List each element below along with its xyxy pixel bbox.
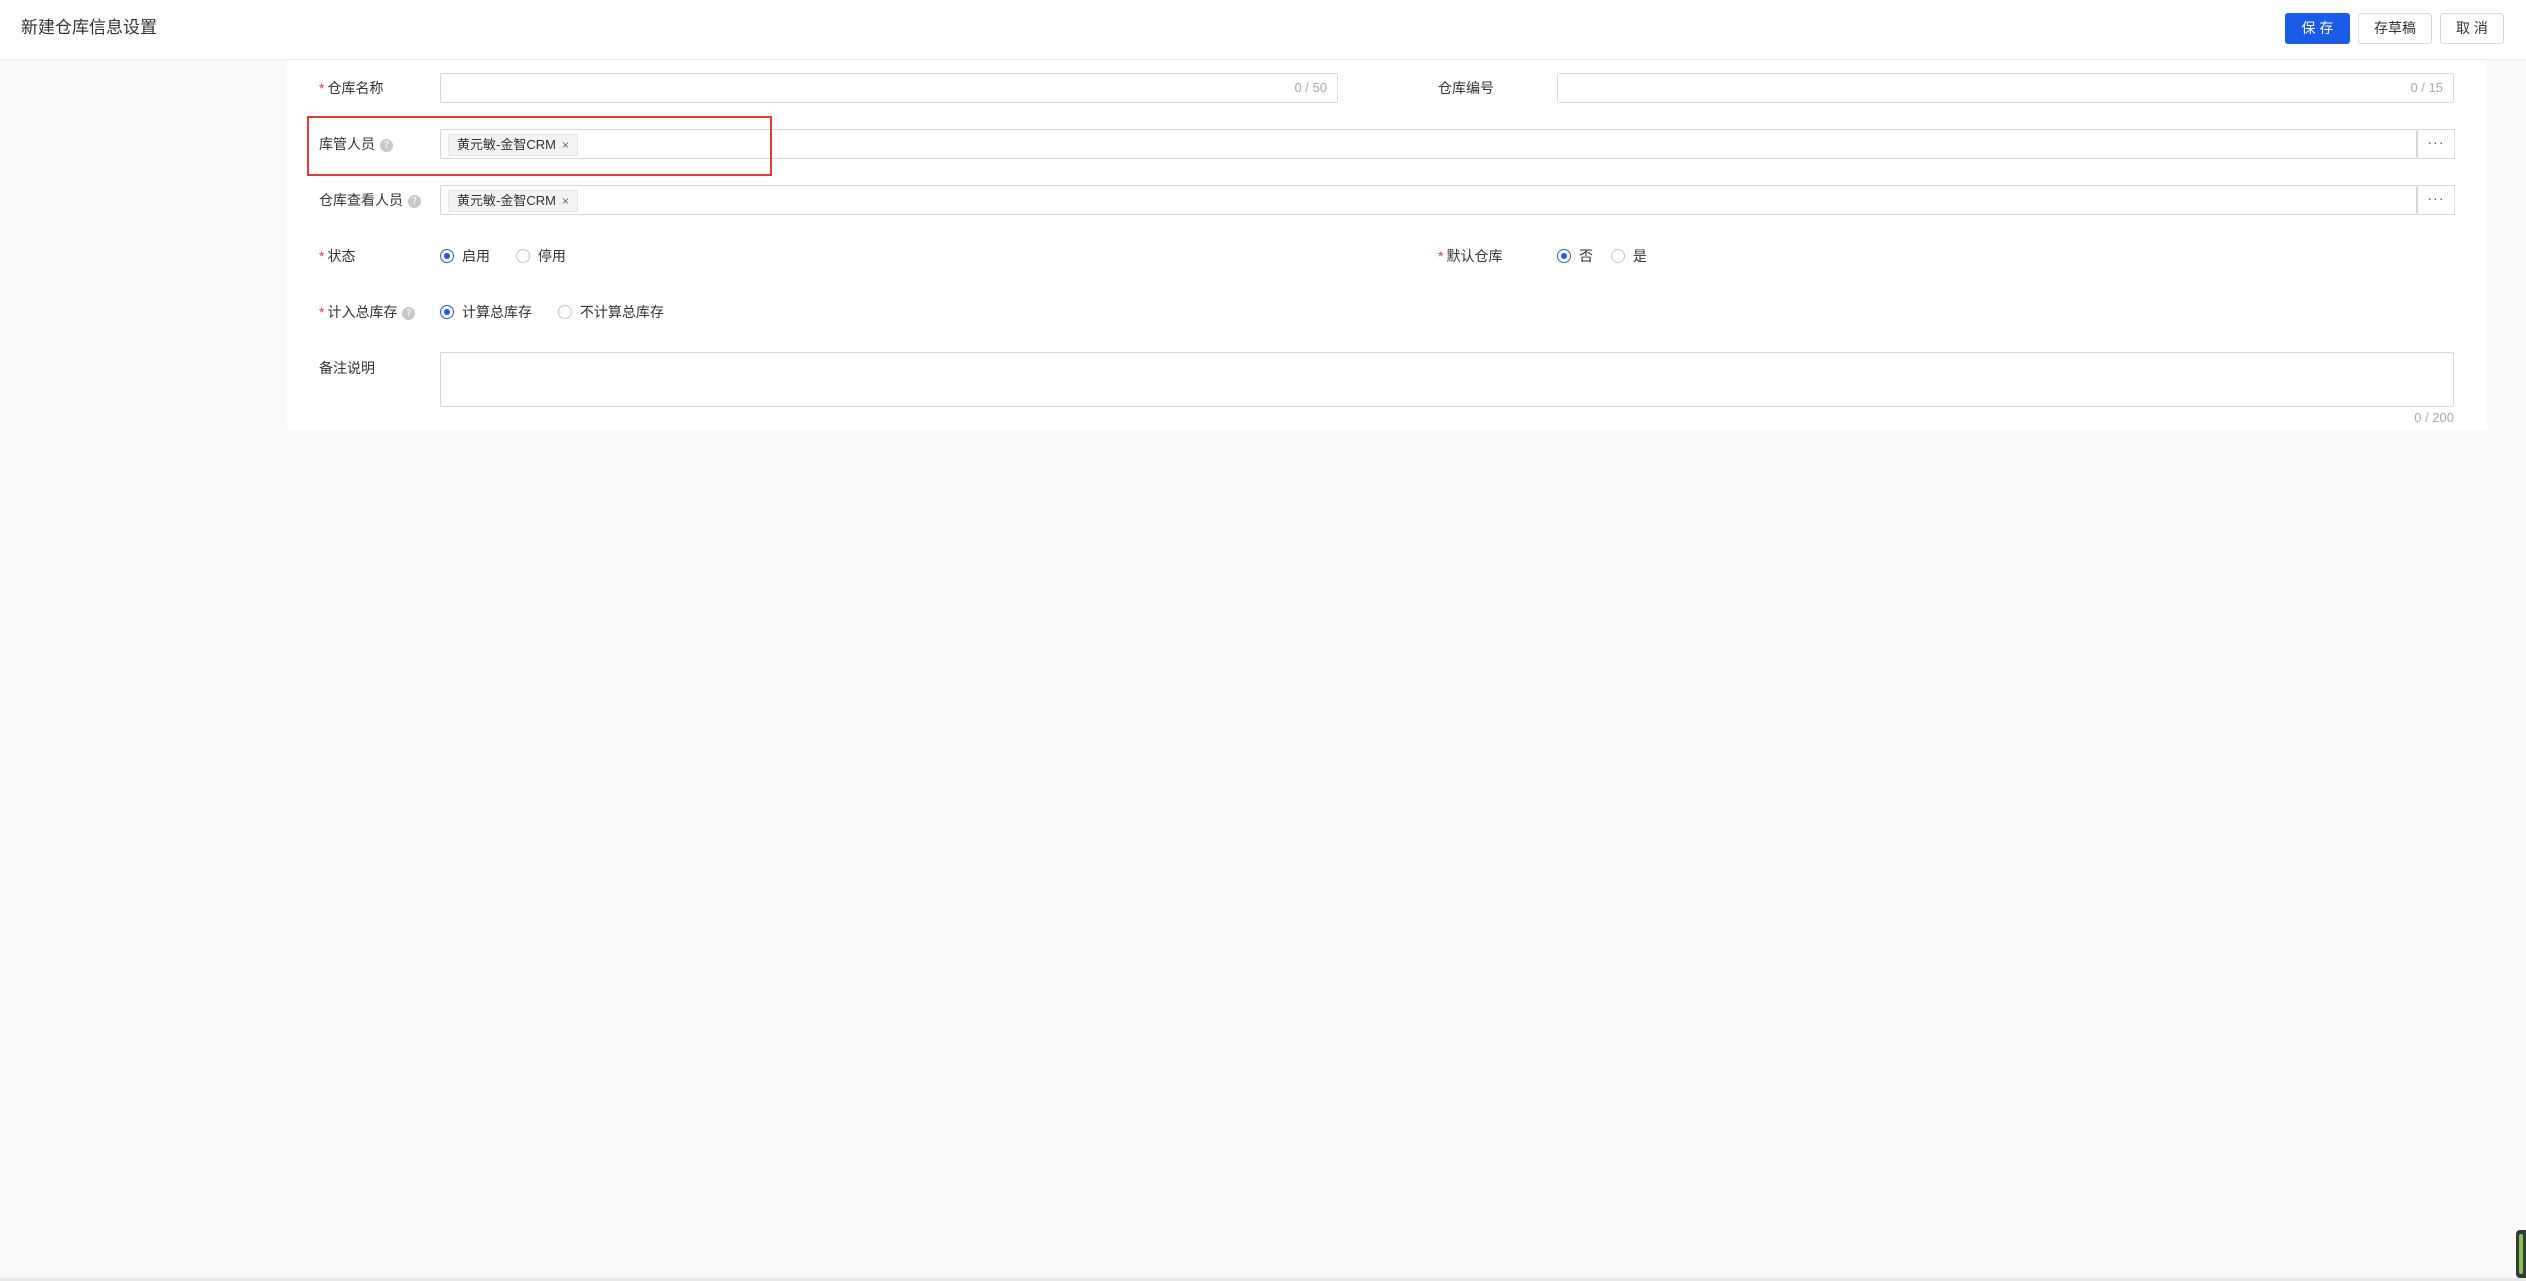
more-icon: ··· <box>2427 134 2445 150</box>
viewer-more-button[interactable]: ··· <box>2417 185 2455 215</box>
default-warehouse-radio-group: 否 是 <box>1557 246 1669 266</box>
page-header: 新建仓库信息设置 保 存 存草稿 取 消 <box>0 0 2526 60</box>
keeper-more-button[interactable]: ··· <box>2417 129 2455 159</box>
warehouse-code-label: 仓库编号 <box>1438 80 1494 96</box>
total-stock-option-exclude[interactable]: 不计算总库存 <box>557 302 664 322</box>
keeper-label: 库管人员? <box>319 134 393 154</box>
status-radio-group: 启用 停用 <box>440 246 588 266</box>
page-title: 新建仓库信息设置 <box>21 18 157 37</box>
viewer-tag: 黄元敏-金智CRM × <box>448 190 578 212</box>
help-icon[interactable]: ? <box>402 307 416 320</box>
total-stock-option-count[interactable]: 计算总库存 <box>440 302 532 322</box>
help-icon[interactable]: ? <box>408 195 421 208</box>
keeper-select[interactable]: 黄元敏-金智CRM × <box>440 129 2417 159</box>
status-label: * 状态 <box>319 248 356 264</box>
remark-counter: 0 / 200 <box>2414 410 2454 425</box>
required-mark: * <box>1438 248 1444 264</box>
warehouse-code-input[interactable]: 0 / 15 <box>1557 73 2454 103</box>
remark-label: 备注说明 <box>319 360 375 376</box>
save-button[interactable]: 保 存 <box>2285 13 2350 44</box>
keeper-tag: 黄元敏-金智CRM × <box>448 134 578 156</box>
help-icon[interactable]: ? <box>380 139 393 152</box>
default-option-no[interactable]: 否 <box>1557 246 1593 266</box>
warehouse-name-input[interactable]: 0 / 50 <box>440 73 1338 103</box>
form-panel: * 仓库名称 0 / 50 仓库编号 0 / 15 库管人员? 黄元敏-金智CRM… <box>287 60 2487 430</box>
side-panel-handle[interactable] <box>2516 1230 2526 1278</box>
viewer-label: 仓库查看人员? <box>319 190 421 210</box>
warehouse-name-label: * 仓库名称 <box>319 80 384 96</box>
total-stock-radio-group: 计算总库存 不计算总库存 <box>440 302 686 322</box>
required-mark: * <box>319 304 325 320</box>
warehouse-name-counter: 0 / 50 <box>1294 80 1327 95</box>
save-draft-button[interactable]: 存草稿 <box>2358 13 2432 44</box>
status-option-enabled[interactable]: 启用 <box>440 246 490 266</box>
required-mark: * <box>319 248 325 264</box>
cancel-button[interactable]: 取 消 <box>2440 13 2504 44</box>
required-mark: * <box>319 80 325 96</box>
close-icon[interactable]: × <box>562 135 569 155</box>
close-icon[interactable]: × <box>562 191 569 211</box>
warehouse-code-counter: 0 / 15 <box>2410 80 2443 95</box>
viewer-select[interactable]: 黄元敏-金智CRM × <box>440 185 2417 215</box>
remark-textarea[interactable] <box>440 352 2454 407</box>
more-icon: ··· <box>2427 190 2445 206</box>
default-warehouse-label: * 默认仓库 <box>1438 248 1503 264</box>
status-option-disabled[interactable]: 停用 <box>515 246 566 266</box>
total-stock-label: * 计入总库存? <box>319 302 416 322</box>
default-option-yes[interactable]: 是 <box>1610 246 1647 266</box>
